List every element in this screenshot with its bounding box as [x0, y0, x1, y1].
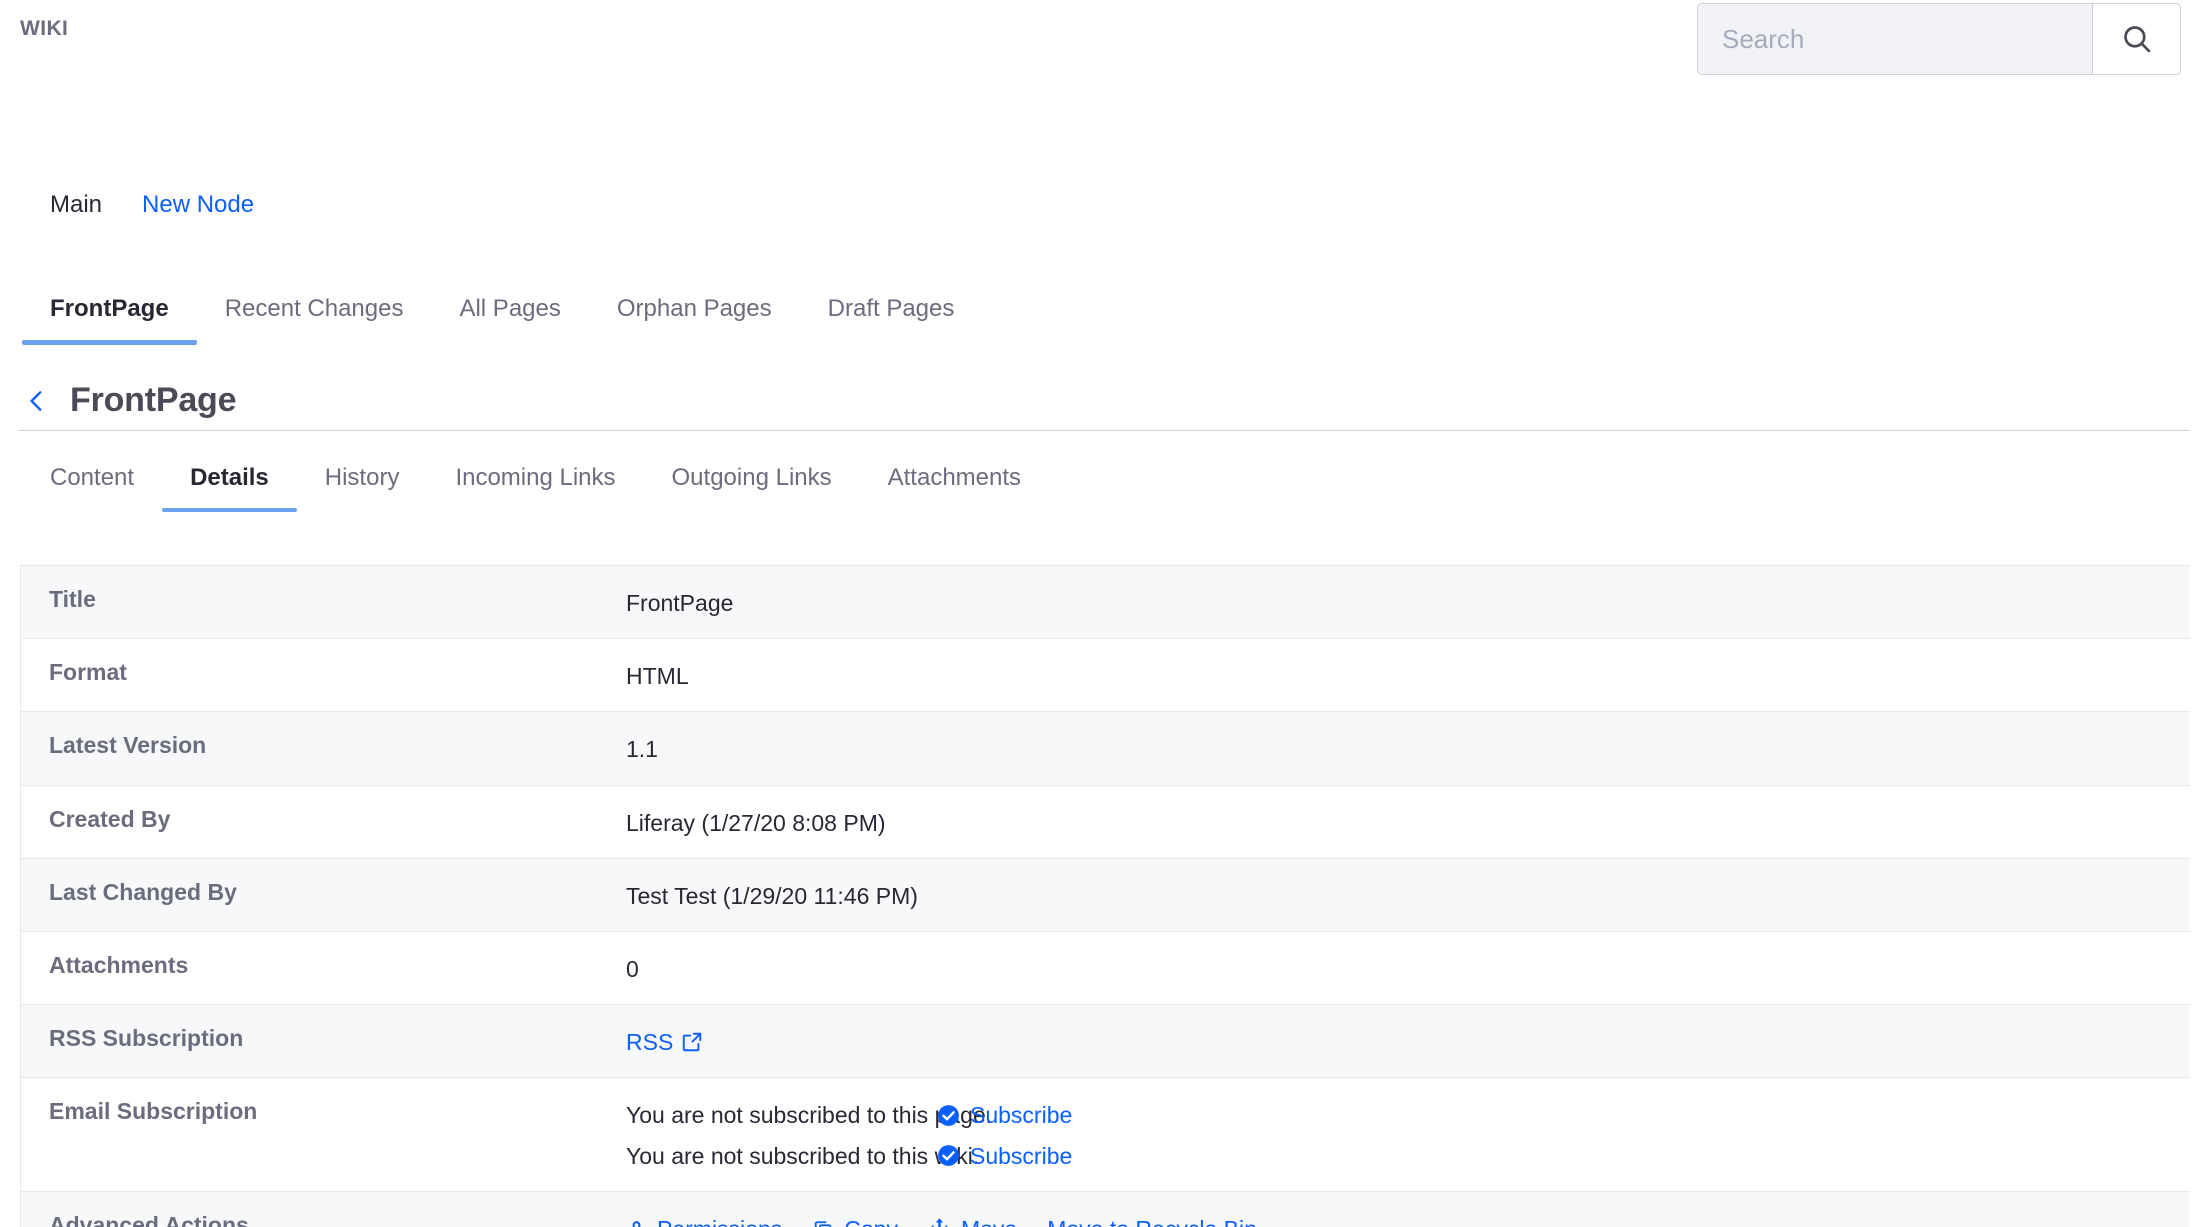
row-value: 1.1	[626, 736, 658, 763]
tab-frontpage[interactable]: FrontPage	[22, 295, 197, 345]
copy-label: Copy	[844, 1213, 898, 1227]
row-label: Latest Version	[49, 732, 207, 759]
advanced-actions-list: Permissions Copy	[626, 1213, 2170, 1227]
table-row: Created By Liferay (1/27/20 8:08 PM)	[21, 785, 2190, 859]
search-input[interactable]	[1698, 4, 2092, 74]
wiki-subscription-line: You are not subscribed to this wiki. Sub…	[626, 1140, 2170, 1172]
copy-icon	[812, 1217, 834, 1227]
row-label: RSS Subscription	[49, 1025, 244, 1052]
copy-button[interactable]: Copy	[812, 1213, 898, 1227]
header-divider	[18, 430, 2190, 431]
row-label: Attachments	[49, 951, 189, 978]
page-header: FrontPage	[0, 371, 2202, 430]
details-table: Title FrontPage Format HTML Latest Versi…	[20, 565, 2190, 1227]
subscribe-wiki-button[interactable]: Subscribe	[936, 1140, 1072, 1172]
page-subscription-line: You are not subscribed to this page. Sub…	[626, 1099, 2170, 1131]
page-subscription-status: You are not subscribed to this page.	[626, 1102, 993, 1129]
rss-link-label: RSS	[626, 1029, 674, 1056]
move-to-recycle-bin-button[interactable]: Move to Recycle Bin	[1047, 1213, 1257, 1227]
table-row: Title FrontPage	[21, 566, 2190, 640]
table-row: Latest Version 1.1	[21, 712, 2190, 786]
row-label: Title	[49, 586, 96, 612]
table-row: Advanced Actions Permissions	[21, 1191, 2190, 1227]
row-value: HTML	[626, 663, 689, 690]
row-label: Last Changed By	[49, 878, 237, 905]
check-circle-icon	[936, 1143, 961, 1168]
tab-history[interactable]: History	[297, 464, 428, 512]
external-link-icon	[681, 1031, 703, 1053]
move-to-recycle-bin-label: Move to Recycle Bin	[1047, 1213, 1257, 1227]
search-bar	[1697, 3, 2181, 75]
table-row: Attachments 0	[21, 931, 2190, 1006]
subscribe-page-button[interactable]: Subscribe	[936, 1099, 1072, 1131]
app-title: WIKI	[20, 17, 69, 40]
row-value: RSS	[626, 1005, 2190, 1077]
row-value: Liferay (1/27/20 8:08 PM)	[626, 809, 886, 836]
top-bar: WIKI	[0, 0, 2202, 82]
search-button[interactable]	[2092, 4, 2180, 74]
tab-orphan-pages[interactable]: Orphan Pages	[589, 295, 800, 345]
sub-tab-bar: Content Details History Incoming Links O…	[0, 464, 2202, 530]
move-icon	[928, 1217, 951, 1227]
row-value: FrontPage	[626, 590, 734, 616]
wiki-subscription-status: You are not subscribed to this wiki.	[626, 1142, 980, 1169]
tab-outgoing-links[interactable]: Outgoing Links	[644, 464, 860, 512]
wiki-details-page: WIKI Main New Node FrontPage Recent Chan…	[0, 0, 2202, 1227]
tab-details[interactable]: Details	[162, 464, 297, 512]
check-circle-icon	[936, 1103, 961, 1128]
table-row: RSS Subscription RSS	[21, 1005, 2190, 1079]
node-item-new-node[interactable]: New Node	[142, 191, 254, 219]
row-label: Email Subscription	[49, 1098, 258, 1125]
tab-incoming-links[interactable]: Incoming Links	[427, 464, 643, 512]
table-row: Format HTML	[21, 639, 2190, 713]
row-label: Format	[49, 659, 127, 686]
row-value: Test Test (1/29/20 11:46 PM)	[626, 882, 918, 909]
tab-content[interactable]: Content	[22, 464, 162, 512]
tab-recent-changes[interactable]: Recent Changes	[197, 295, 432, 345]
tab-all-pages[interactable]: All Pages	[431, 295, 588, 345]
row-label: Created By	[49, 805, 171, 832]
table-row: Last Changed By Test Test (1/29/20 11:46…	[21, 858, 2190, 932]
page-title: FrontPage	[70, 381, 237, 419]
move-button[interactable]: Move	[928, 1213, 1017, 1227]
row-value: You are not subscribed to this page. Sub…	[626, 1078, 2190, 1190]
rss-link[interactable]: RSS	[626, 1026, 703, 1058]
tab-attachments[interactable]: Attachments	[860, 464, 1049, 512]
tab-draft-pages[interactable]: Draft Pages	[800, 295, 983, 345]
node-item-main[interactable]: Main	[50, 191, 102, 219]
chevron-left-icon	[24, 384, 50, 418]
permissions-label: Permissions	[657, 1213, 782, 1227]
subscribe-wiki-label: Subscribe	[970, 1142, 1073, 1169]
row-label: Advanced Actions	[49, 1211, 249, 1227]
lock-icon	[626, 1217, 647, 1227]
search-icon	[2120, 22, 2154, 56]
node-navigation: Main New Node	[0, 180, 2202, 230]
main-tab-bar: FrontPage Recent Changes All Pages Orpha…	[0, 295, 2202, 361]
back-button[interactable]	[20, 381, 54, 421]
row-value: Permissions Copy	[626, 1192, 2190, 1227]
table-row: Email Subscription You are not subscribe…	[21, 1078, 2190, 1192]
permissions-button[interactable]: Permissions	[626, 1213, 782, 1227]
subscribe-page-label: Subscribe	[970, 1102, 1073, 1129]
row-value: 0	[626, 955, 639, 982]
move-label: Move	[961, 1213, 1017, 1227]
